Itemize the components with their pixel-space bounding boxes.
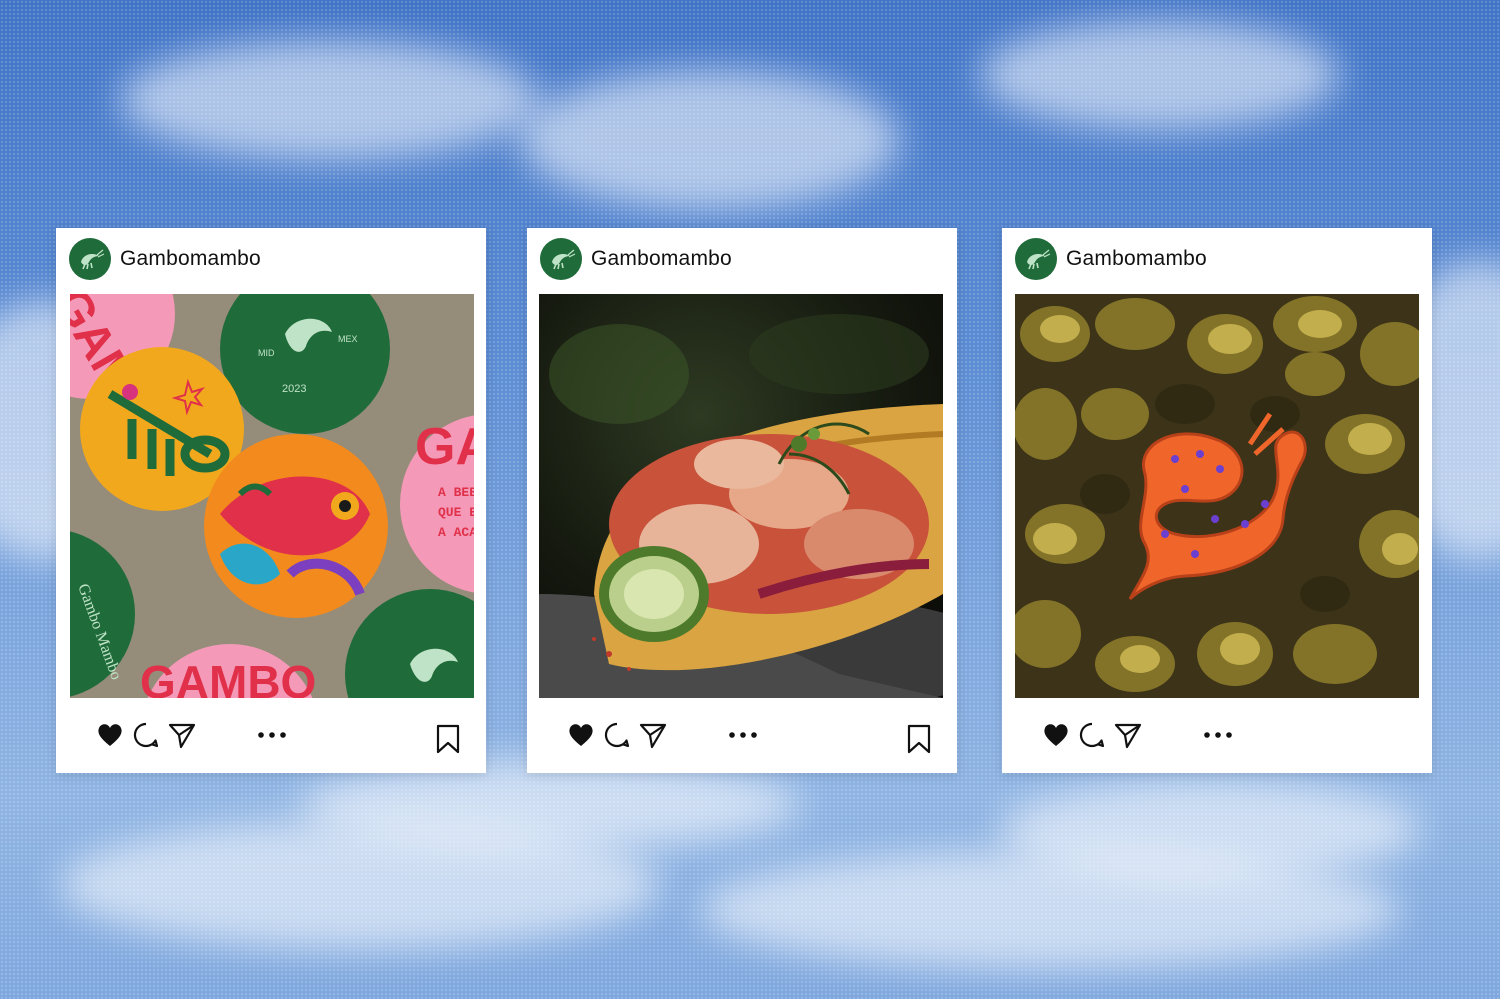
avatar[interactable] <box>540 238 582 280</box>
avatar[interactable] <box>69 238 111 280</box>
comment-icon[interactable] <box>601 718 633 752</box>
coaster-text: QUE EI <box>438 505 474 520</box>
post-actions <box>565 718 935 758</box>
like-icon[interactable] <box>1040 718 1072 752</box>
share-icon[interactable] <box>166 718 198 752</box>
more-icon[interactable] <box>256 718 288 752</box>
coaster-text: GAMBO <box>140 656 316 698</box>
coaster-text: A BEBE <box>438 485 474 500</box>
coaster-text: MEX <box>338 334 358 344</box>
username[interactable]: Gambomambo <box>591 247 732 271</box>
shrimp-logo-icon <box>81 249 105 270</box>
share-icon[interactable] <box>637 718 669 752</box>
bookmark-icon[interactable] <box>432 722 464 756</box>
post-header: Gambomambo <box>540 237 732 281</box>
more-icon[interactable] <box>727 718 759 752</box>
coaster-text: 2023 <box>282 383 306 395</box>
avatar[interactable] <box>1015 238 1057 280</box>
post-actions <box>94 718 464 758</box>
post-card-1: Gambomambo GAMBO 2023 MID MEX <box>56 228 486 773</box>
comment-icon[interactable] <box>130 718 162 752</box>
coaster-text: MID <box>258 348 275 358</box>
share-icon[interactable] <box>1112 718 1144 752</box>
post-photo[interactable] <box>1015 294 1419 698</box>
more-icon[interactable] <box>1202 718 1234 752</box>
post-header: Gambomambo <box>69 237 261 281</box>
post-header: Gambomambo <box>1015 237 1207 281</box>
post-photo[interactable] <box>539 294 943 698</box>
post-card-2: Gambomambo <box>527 228 957 773</box>
comment-icon[interactable] <box>1076 718 1108 752</box>
post-card-3: Gambomambo <box>1002 228 1432 773</box>
username[interactable]: Gambomambo <box>1066 247 1207 271</box>
post-photo[interactable]: GAMBO 2023 MID MEX GA A BEBE QUE EI A AC… <box>70 294 474 698</box>
coaster-text: GA <box>415 418 474 476</box>
bookmark-icon[interactable] <box>903 722 935 756</box>
shrimp-logo-icon <box>552 249 576 270</box>
like-icon[interactable] <box>565 718 597 752</box>
username[interactable]: Gambomambo <box>120 247 261 271</box>
coaster-text: A ACAE <box>438 525 474 540</box>
post-actions <box>1040 718 1410 758</box>
like-icon[interactable] <box>94 718 126 752</box>
shrimp-logo-icon <box>1027 249 1051 270</box>
